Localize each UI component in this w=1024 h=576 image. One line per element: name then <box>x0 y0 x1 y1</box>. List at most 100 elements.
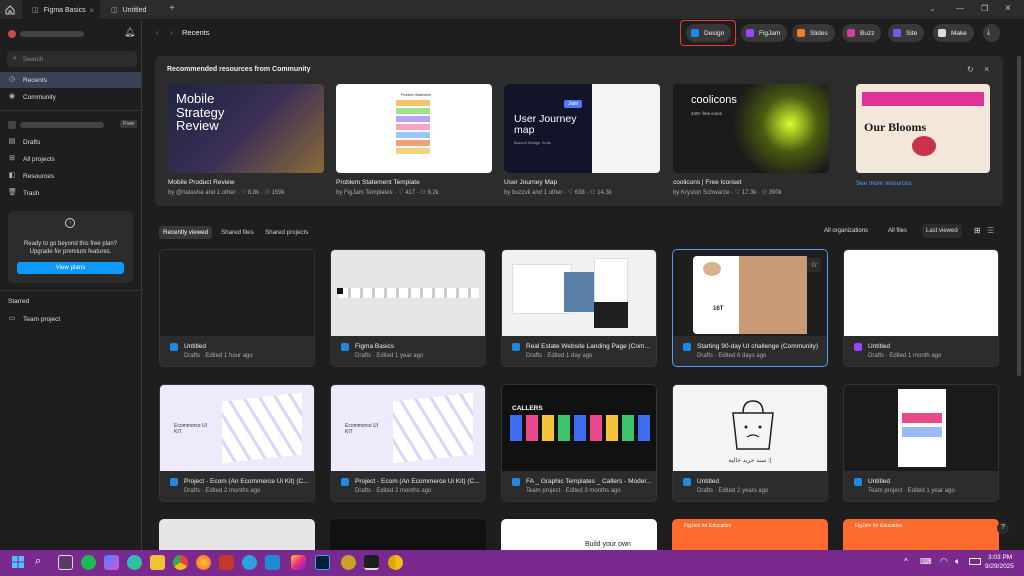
forward-arrow-icon[interactable]: › <box>170 28 173 37</box>
file-meta: Drafts · Edited 2 months ago <box>184 488 261 494</box>
thumb-tag: Jam <box>564 100 583 108</box>
sidebar-item-team-project[interactable]: ▭ Team project <box>0 311 141 327</box>
file-card-selected[interactable]: 16T ☆ Starting 90-day UI challenge (Comm… <box>672 249 828 367</box>
telegram-icon[interactable] <box>242 555 257 570</box>
community-title[interactable]: coolicons | Free Iconset <box>673 179 742 186</box>
slides-button[interactable]: Slides <box>792 24 835 42</box>
file-card[interactable]: Ecommerce UI KIT Project - Ecom (An Ecom… <box>159 384 315 502</box>
windows-start-icon[interactable] <box>12 556 24 568</box>
app-icon[interactable] <box>341 555 356 570</box>
file-meta: Team project · Edited 3 months ago <box>526 488 621 494</box>
buzz-button[interactable]: Buzz <box>842 24 882 42</box>
refresh-icon[interactable]: ↻ <box>967 65 974 74</box>
community-thumb-user-journey[interactable]: User Journey map Buzzvil Design Tools Ja… <box>504 84 660 173</box>
chevron-down-icon[interactable]: ⌄ <box>929 4 936 13</box>
tab-shared-projects[interactable]: Shared projects <box>261 226 312 239</box>
star-icon[interactable]: ☆ <box>807 258 821 272</box>
community-thumb-mobile-strategy[interactable]: Mobile Strategy Review <box>168 84 324 173</box>
file-card-partial[interactable]: FigJam for Education <box>672 519 828 550</box>
file-card-partial[interactable]: FigJam for Education <box>843 519 999 550</box>
community-title[interactable]: Mobile Product Review <box>168 179 234 186</box>
file-card[interactable]: Figma Basics Drafts · Edited 1 year ago <box>330 249 486 367</box>
list-view-icon[interactable]: ☰ <box>987 226 994 235</box>
chrome-icon[interactable] <box>173 555 188 570</box>
home-icon[interactable] <box>4 4 16 16</box>
view-plans-button[interactable]: View plans <box>17 262 124 274</box>
file-meta: Drafts · Edited 2 months ago <box>355 488 432 494</box>
file-card-partial[interactable]: Build your own <box>501 519 657 550</box>
sidebar-item-trash[interactable]: 🗑︎ Trash <box>0 185 141 201</box>
wifi-icon[interactable]: ◠ <box>940 556 948 567</box>
maximize-button[interactable]: ❐ <box>981 4 988 13</box>
community-meta: by Kryston Schwarze · ♡ 17.3k · ⚇ 390k <box>673 190 782 196</box>
sidebar-item-all-projects[interactable]: ⊞ All projects <box>0 151 141 167</box>
search-icon[interactable]: ⌕ <box>35 555 41 568</box>
file-card[interactable]: Untitled Drafts · Edited 1 month ago <box>843 249 999 367</box>
tab-shared-files[interactable]: Shared files <box>217 226 258 239</box>
make-button[interactable]: Make <box>933 24 974 42</box>
avatar[interactable] <box>8 30 16 38</box>
sidebar-item-community[interactable]: ◉ Community <box>0 89 141 105</box>
keyboard-icon[interactable]: ⌨︎ <box>920 557 932 566</box>
file-card[interactable]: Ecommerce UI KIT Project - Ecom (An Ecom… <box>330 384 486 502</box>
community-thumb-our-blooms[interactable]: Our Blooms <box>856 84 990 173</box>
community-title[interactable]: User Journey Map <box>504 179 557 186</box>
import-button[interactable]: ⤓ <box>983 24 1000 42</box>
app-icon[interactable] <box>219 555 234 570</box>
back-arrow-icon[interactable]: ‹ <box>156 28 159 37</box>
spotify-icon[interactable] <box>81 555 96 570</box>
file-card[interactable]: Real Estate Website Landing Page (Com...… <box>501 249 657 367</box>
organization-filter[interactable]: All organizations <box>820 224 872 238</box>
figma-icon[interactable] <box>364 555 379 570</box>
see-more-link[interactable]: See more resources <box>856 180 912 187</box>
tab-figma-basics[interactable]: ◫ Figma Basics × <box>22 0 100 20</box>
community-thumb-coolicons[interactable]: coolicons 440+ free icons <box>673 84 829 173</box>
clock-time[interactable]: 3:03 PM <box>988 554 1012 561</box>
file-explorer-icon[interactable] <box>150 555 165 570</box>
grid-view-icon[interactable]: ⊞ <box>974 226 981 235</box>
sidebar-item-resources[interactable]: ◧ Resources <box>0 168 141 184</box>
volume-icon[interactable]: 🔈︎ <box>955 556 960 567</box>
sort-filter[interactable]: Last viewed <box>922 224 962 238</box>
tray-chevron-icon[interactable]: ^ <box>904 557 908 566</box>
firefox-icon[interactable] <box>196 555 211 570</box>
help-button[interactable]: ? <box>997 522 1009 534</box>
search-input[interactable]: ⌕ Search <box>7 51 137 67</box>
sidebar-item-recents[interactable]: ◷ Recents <box>0 72 141 88</box>
photoshop-icon[interactable] <box>315 555 330 570</box>
chrome-canary-icon[interactable] <box>388 555 403 570</box>
instagram-icon[interactable] <box>291 555 306 570</box>
team-avatar[interactable] <box>8 121 16 129</box>
copilot-icon[interactable] <box>104 555 119 570</box>
sidebar-item-drafts[interactable]: ▤ Drafts <box>0 134 141 150</box>
file-card[interactable]: Untitled Drafts · Edited 1 hour ago <box>159 249 315 367</box>
battery-icon[interactable] <box>969 558 981 565</box>
team-name-blurred[interactable] <box>20 122 104 128</box>
file-card[interactable]: Untitled Team project · Edited 1 year ag… <box>843 384 999 502</box>
edge-icon[interactable] <box>127 555 142 570</box>
tab-recently-viewed[interactable]: Recently viewed <box>159 226 213 239</box>
site-button[interactable]: Site <box>888 24 925 42</box>
task-view-icon[interactable] <box>58 555 73 570</box>
close-icon[interactable]: × <box>984 64 989 74</box>
close-window-button[interactable]: × <box>1005 3 1011 14</box>
file-card[interactable]: CALLERS FA _ Graphic Templates _ Callers… <box>501 384 657 502</box>
scrollbar-thumb[interactable] <box>1017 56 1021 376</box>
file-card-partial[interactable] <box>330 519 486 550</box>
tab-untitled[interactable]: ◫ Untitled <box>101 0 163 20</box>
files-filter[interactable]: All files <box>884 224 911 238</box>
new-tab-button[interactable]: + <box>169 3 175 14</box>
close-icon[interactable]: × <box>89 6 94 15</box>
user-name-blurred[interactable] <box>20 31 84 37</box>
design-file-icon <box>512 343 520 351</box>
thumb-text: CALLERS <box>512 405 543 412</box>
file-card[interactable]: سبد خرید خالیه :( Untitled Drafts · Edit… <box>672 384 828 502</box>
figjam-button[interactable]: FigJam <box>741 24 788 42</box>
file-card-partial[interactable] <box>159 519 315 550</box>
clock-date[interactable]: 9/29/2025 <box>985 563 1014 570</box>
minimize-button[interactable]: — <box>956 4 964 13</box>
community-thumb-problem-statement[interactable]: Problem Statement <box>336 84 492 173</box>
bell-icon[interactable]: 🔔︎ <box>124 27 135 38</box>
community-title[interactable]: Problem Statement Template <box>336 179 420 186</box>
vscode-icon[interactable] <box>265 555 280 570</box>
